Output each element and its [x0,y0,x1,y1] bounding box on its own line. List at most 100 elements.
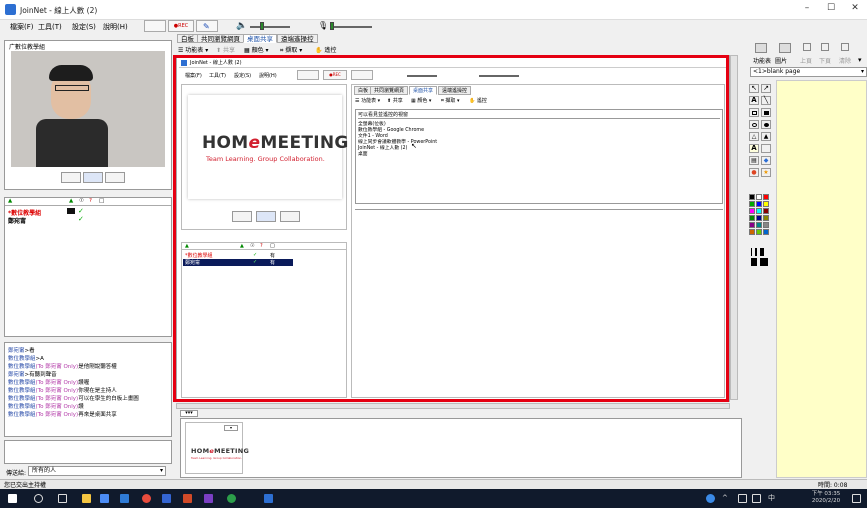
text-style-tool[interactable]: A [749,144,759,153]
color-swatch[interactable] [749,215,755,221]
ime-indicator[interactable]: 中 [768,493,775,503]
video-grid-button[interactable] [105,172,125,183]
video-view-button[interactable] [83,172,103,183]
color-swatch[interactable] [756,215,762,221]
rect-outline-tool[interactable] [749,108,759,117]
minimize-button[interactable]: – [796,3,818,17]
line-icon[interactable] [227,494,236,503]
color-swatch[interactable] [763,222,769,228]
thumbnail-item[interactable]: ▾ HOMeMEETING Team Learning. Group Colla… [185,422,249,474]
teams-icon[interactable] [100,494,109,503]
mute-video-button[interactable] [61,172,81,183]
color-swatch[interactable] [749,229,755,235]
color-swatch[interactable] [756,201,762,207]
tab-whiteboard[interactable]: 白板 [177,34,198,43]
close-button[interactable]: ✕ [844,3,866,17]
share-button[interactable]: ⬆ 共享 [216,45,235,54]
wb-menu-button[interactable]: 功能表 [753,56,771,65]
line-width-options[interactable] [749,246,771,268]
textbox-tool[interactable] [761,144,771,153]
select-tool[interactable]: ↗ [761,84,771,93]
color-swatch[interactable] [763,208,769,214]
page-select[interactable]: <1>blank page ▾ [750,67,867,77]
color-swatch[interactable] [756,194,762,200]
color-swatch[interactable] [756,208,762,214]
wb-image-button[interactable]: 圖片 [775,56,787,65]
chrome-icon[interactable] [142,494,151,503]
color-swatch[interactable] [749,201,755,207]
thumbnail-dropdown[interactable]: ▾ [224,425,238,431]
menu-tools[interactable]: 工具(T) [38,22,62,32]
menu-grid-icon [755,43,767,53]
tab-cobrowse[interactable]: 共同瀏覽網頁 [197,34,244,43]
color-swatch[interactable] [756,229,762,235]
color-swatch[interactable] [763,201,769,207]
menu-file[interactable]: 檔案(F) [10,22,34,32]
star-tool[interactable]: ★ [761,168,771,177]
menu-help[interactable]: 說明(H) [103,22,128,32]
color-palette[interactable] [749,194,773,244]
polygon-tool[interactable]: △ [749,132,759,141]
send-to-select[interactable]: 所有的人 ▾ [28,466,166,476]
chat-input[interactable] [4,440,172,464]
eraser-tool[interactable]: ◆ [761,156,771,165]
color-swatch[interactable] [749,208,755,214]
color-swatch[interactable] [763,194,769,200]
remote-control-button[interactable]: ✋ 遙控 [315,45,336,54]
function-table-button[interactable]: ☰ 功能表 ▾ [178,45,208,54]
line-tool[interactable]: ╲ [761,96,771,105]
tab-desktop-share[interactable]: 桌面共享 [243,34,277,43]
tray-chevron-icon[interactable]: ^ [722,494,728,502]
task-view-icon[interactable] [58,494,67,503]
speaker-volume-slider[interactable] [250,26,290,28]
volume-icon[interactable] [752,494,761,503]
mic-volume-slider[interactable] [330,26,372,28]
wb-prev-button[interactable]: 上頁 [800,56,812,65]
search-icon[interactable] [34,494,43,503]
color-swatch[interactable] [763,229,769,235]
start-icon[interactable] [8,494,17,503]
color-swatch[interactable] [763,215,769,221]
joinnet-taskbar-icon[interactable] [264,494,273,503]
mic-volume-knob[interactable] [330,22,334,30]
panel-collapse-icon[interactable]: ▾ [858,56,867,66]
color-swatch[interactable] [756,222,762,228]
maximize-button[interactable]: ☐ [820,3,842,17]
ellipse-fill-tool[interactable] [761,120,771,129]
user-row-name[interactable]: 鄭宛甯 [8,216,26,225]
polygon-fill-tool[interactable]: ▲ [761,132,771,141]
capture-button[interactable]: ⌗ 擷取 ▾ [280,45,302,55]
pen-button[interactable]: ✎ [196,20,218,32]
powerpoint-icon[interactable] [183,494,192,503]
record-button[interactable]: ●REC [168,20,194,32]
paint-tool[interactable]: ● [749,168,759,177]
ellipse-outline-tool[interactable] [749,120,759,129]
menu-settings[interactable]: 設定(S) [72,22,96,32]
file-explorer-icon[interactable] [82,494,91,503]
color-swatch[interactable] [749,222,755,228]
whiteboard-canvas[interactable] [776,80,867,478]
notifications-icon[interactable] [852,494,861,503]
whiteboard-toolbar: 功能表 圖片 上頁 下頁 清除 [745,40,867,66]
network-icon[interactable] [738,494,747,503]
windows-taskbar: ^ 中 下午 03:35 2020/2/20 [0,489,867,508]
onenote-icon[interactable] [204,494,213,503]
pointer-tool[interactable]: ↖ [749,84,759,93]
color-swatch[interactable] [749,194,755,200]
vertical-scrollbar[interactable] [730,55,738,400]
edge-icon[interactable] [120,494,129,503]
speaker-volume-knob[interactable] [260,22,264,30]
clock[interactable]: 下午 03:35 2020/2/20 [808,491,844,505]
rect-fill-tool[interactable] [761,108,771,117]
mic-toggle-button[interactable] [144,20,166,32]
horizontal-scrollbar[interactable] [176,403,730,409]
color-button[interactable]: ▦ 顏色 ▾ [244,45,269,54]
tray-app-icon[interactable] [706,494,715,503]
thumbnail-toggle[interactable]: ▾▾▾ [180,410,198,417]
wb-clear-button[interactable]: 清除 [839,56,851,65]
insert-image-tool[interactable]: ▤ [749,156,759,165]
word-icon[interactable] [162,494,171,503]
tab-remote-control[interactable]: 遠端遙操控 [277,34,318,43]
text-tool[interactable]: A [749,96,759,105]
wb-next-button[interactable]: 下頁 [819,56,831,65]
